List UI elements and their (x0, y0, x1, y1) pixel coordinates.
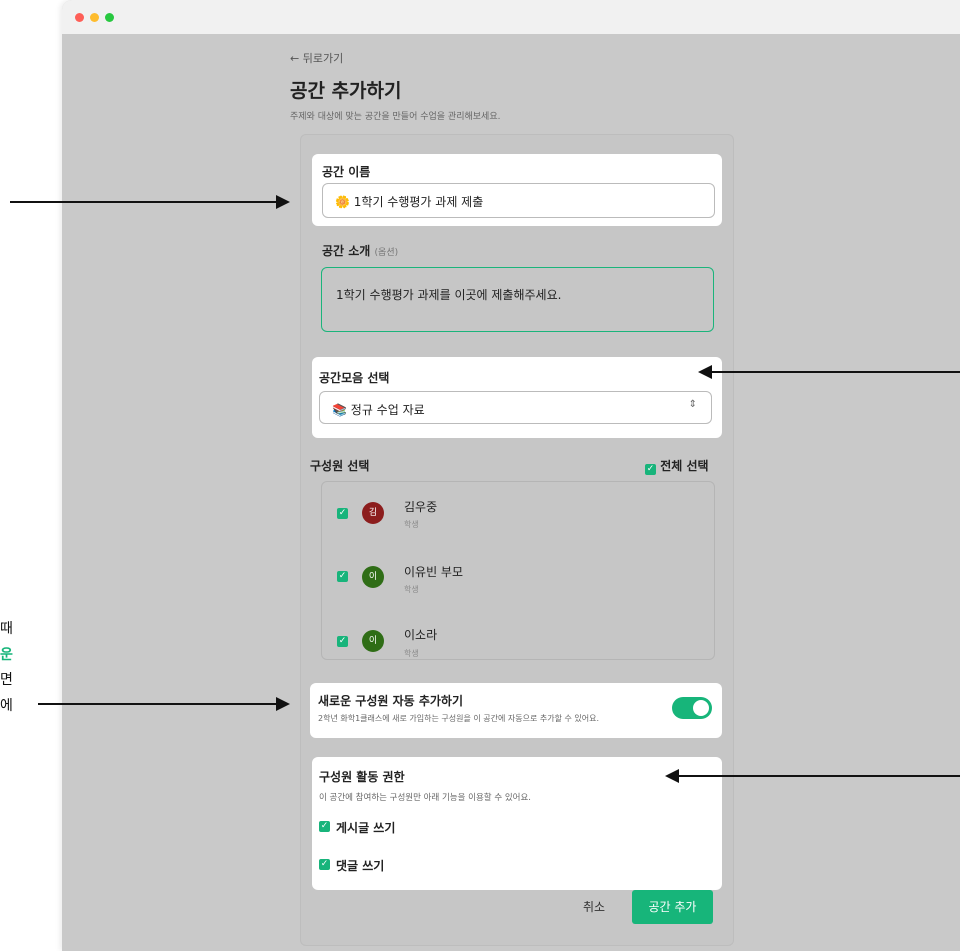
auto-add-toggle[interactable] (672, 697, 712, 719)
optional-hint: (옵션) (374, 248, 399, 258)
collection-value: 정규 수업 자료 (350, 403, 425, 417)
collection-select[interactable]: 📚 정규 수업 자료 ⇕ (319, 391, 712, 424)
permissions-description: 이 공간에 참여하는 구성원만 아래 기능을 이용할 수 있어요. (319, 793, 531, 803)
arrow-head-icon (276, 195, 290, 209)
member-name: 이소라 (404, 628, 438, 642)
member-role: 학생 (404, 520, 419, 529)
select-all[interactable]: ✓ 전체 선택 (645, 457, 709, 475)
avatar: 이 (362, 630, 384, 652)
space-name-card: 공간 이름 🌼 1학기 수행평가 과제 제출 (312, 154, 722, 226)
app-window: ← 뒤로가기 공간 추가하기 주제와 대상에 맞는 공간을 만들어 수업을 관리… (62, 0, 960, 951)
permission-checkbox[interactable]: ✓ (319, 859, 330, 870)
page-subtitle: 주제와 대상에 맞는 공간을 만들어 수업을 관리해보세요. (290, 112, 501, 122)
add-space-button[interactable]: 공간 추가 (632, 890, 713, 924)
back-link[interactable]: ← 뒤로가기 (290, 50, 343, 66)
member-name: 김우중 (404, 500, 438, 514)
member-role: 학생 (404, 585, 419, 594)
cancel-button[interactable]: 취소 (583, 898, 605, 915)
annotation-arrow (38, 697, 290, 711)
avatar: 김 (362, 502, 384, 524)
side-text-1: 때 (0, 621, 13, 637)
annotation-arrow (698, 365, 960, 379)
side-text-3: 면 (0, 672, 13, 688)
back-label: 뒤로가기 (302, 52, 344, 65)
member-role: 학생 (404, 649, 419, 658)
auto-add-label: 새로운 구성원 자동 추가하기 (318, 694, 464, 708)
space-intro-label: 공간 소개 (옵션) (322, 242, 398, 259)
chevron-updown-icon: ⇕ (688, 399, 697, 410)
close-dot[interactable] (75, 13, 84, 22)
member-checkbox[interactable]: ✓ (337, 508, 348, 519)
permission-label: 게시글 쓰기 (336, 821, 396, 835)
annotation-arrow (10, 195, 290, 209)
side-text-2: 운 (0, 647, 13, 663)
auto-add-card: 새로운 구성원 자동 추가하기 2학년 화학1클래스에 새로 가입하는 구성원을… (310, 683, 722, 738)
page-title: 공간 추가하기 (290, 80, 402, 102)
arrow-head-icon (665, 769, 679, 783)
space-intro-label-text: 공간 소개 (322, 244, 371, 258)
member-checkbox[interactable]: ✓ (337, 571, 348, 582)
space-name-input[interactable]: 🌼 1학기 수행평가 과제 제출 (322, 183, 715, 218)
member-checkbox[interactable]: ✓ (337, 636, 348, 647)
arrow-head-icon (276, 697, 290, 711)
select-all-checkbox[interactable]: ✓ (645, 464, 656, 475)
permissions-card: 구성원 활동 권한 이 공간에 참여하는 구성원만 아래 기능을 이용할 수 있… (312, 757, 722, 890)
select-all-label: 전체 선택 (660, 459, 709, 473)
side-text-4: 에 (0, 698, 13, 714)
arrow-left-icon: ← (290, 52, 300, 65)
minimize-dot[interactable] (90, 13, 99, 22)
books-icon: 📚 (332, 403, 347, 417)
permission-label: 댓글 쓰기 (336, 859, 385, 873)
flower-icon: 🌼 (335, 195, 350, 209)
member-name: 이유빈 부모 (404, 565, 464, 579)
title-bar (62, 0, 960, 34)
permission-checkbox[interactable]: ✓ (319, 821, 330, 832)
space-intro-textarea[interactable]: 1학기 수행평가 과제를 이곳에 제출해주세요. (321, 267, 714, 332)
space-name-label: 공간 이름 (322, 165, 371, 179)
collection-label: 공간모음 선택 (319, 371, 390, 385)
collection-card: 공간모음 선택 📚 정규 수업 자료 ⇕ (312, 357, 722, 438)
auto-add-description: 2학년 화학1클래스에 새로 가입하는 구성원을 이 공간에 자동으로 추가할 … (318, 714, 600, 723)
arrow-head-icon (698, 365, 712, 379)
space-name-value: 1학기 수행평가 과제 제출 (353, 195, 484, 209)
zoom-dot[interactable] (105, 13, 114, 22)
members-label: 구성원 선택 (310, 459, 370, 473)
annotation-arrow (665, 769, 960, 783)
avatar: 이 (362, 566, 384, 588)
permissions-label: 구성원 활동 권한 (319, 770, 405, 784)
